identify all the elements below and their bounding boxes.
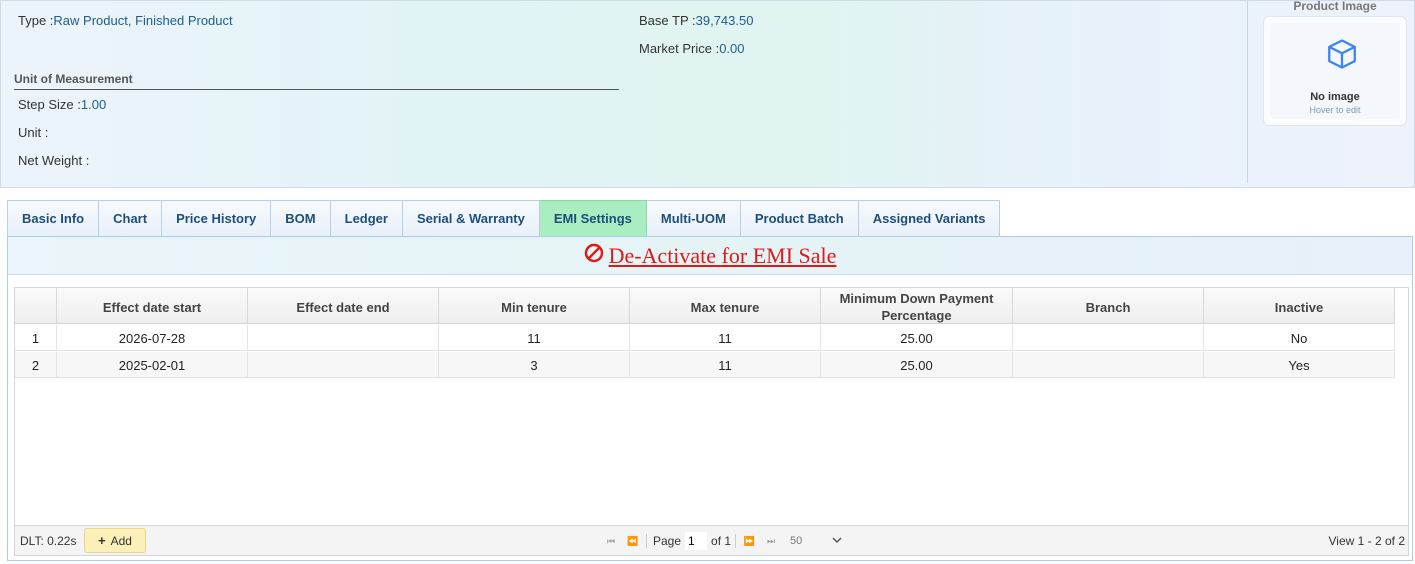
dlt-timing: DLT: 0.22s (20, 534, 77, 548)
base-tp-label: Base TP (639, 13, 689, 28)
next-page-icon[interactable]: ⏩ (738, 536, 760, 547)
market-price-field: Market Price :0.00 (639, 41, 745, 56)
last-page-icon[interactable]: ⏭ (760, 536, 782, 547)
unit-label: Unit (18, 125, 42, 140)
deactivate-emi-link[interactable]: De-Activate for EMI Sale (584, 242, 837, 269)
step-size-value: 1.00 (80, 97, 107, 112)
tab-assigned-variants[interactable]: Assigned Variants (858, 200, 1001, 237)
page-count: of 1 (711, 534, 732, 548)
net-weight-field: Net Weight : (18, 153, 90, 168)
product-image-title: Product Image (1293, 0, 1377, 13)
grid-header: Effect date start Effect date end Min tenu… (15, 288, 1395, 324)
table-cell: 25.00 (821, 352, 1013, 378)
first-page-icon[interactable]: ⏮ (600, 536, 622, 547)
cube-icon (1325, 37, 1359, 74)
emi-grid: Effect date start Effect date end Min tenu… (14, 287, 1409, 556)
column-header[interactable]: Minimum Down Payment Percentage (821, 288, 1013, 324)
table-cell (1013, 325, 1204, 351)
pager: ⏮ ⏪ Page of 1 ⏩ ⏭ 50 (600, 530, 842, 552)
add-button[interactable]: + Add (84, 528, 146, 553)
chevron-down-icon (832, 535, 842, 547)
table-cell: 11 (439, 325, 630, 351)
table-cell: 2026-07-28 (57, 325, 248, 351)
column-header[interactable]: Min tenure (439, 288, 630, 324)
emi-settings-panel: De-Activate for EMI Sale Effect date sta… (7, 236, 1413, 561)
page-label: Page (653, 534, 682, 548)
row-number-header[interactable] (15, 288, 57, 324)
view-range-info: View 1 - 2 of 2 (1328, 534, 1406, 548)
table-cell: 11 (630, 325, 821, 351)
tab-ledger[interactable]: Ledger (330, 200, 403, 237)
type-value: Raw Product, Finished Product (53, 13, 233, 28)
plus-icon: + (98, 533, 106, 548)
table-cell: No (1204, 325, 1395, 351)
table-cell (1013, 352, 1204, 378)
tab-bom[interactable]: BOM (271, 200, 331, 237)
column-header[interactable]: Effect date start (57, 288, 248, 324)
add-button-label: Add (110, 533, 132, 548)
tab-emi-settings[interactable]: EMI Settings (539, 200, 647, 237)
page-size-value: 50 (790, 535, 803, 547)
table-row[interactable]: 2 2025-02-01 3 11 25.00 Yes (15, 352, 1395, 378)
column-header[interactable]: Max tenure (630, 288, 821, 324)
tab-price-history[interactable]: Price History (162, 200, 272, 237)
table-row[interactable]: 1 2026-07-28 11 11 25.00 No (15, 325, 1395, 351)
tab-serial-warranty[interactable]: Serial & Warranty (402, 200, 540, 237)
table-cell: 2025-02-01 (57, 352, 248, 378)
pager-divider (646, 534, 647, 548)
page-size-select[interactable]: 50 (790, 531, 842, 551)
column-header[interactable]: Branch (1013, 288, 1204, 324)
prev-page-icon[interactable]: ⏪ (622, 536, 644, 547)
page-number-input[interactable] (685, 532, 708, 550)
row-number-cell: 1 (15, 325, 57, 351)
table-cell: 3 (439, 352, 630, 378)
base-tp-value: 39,743.50 (695, 13, 754, 28)
tab-chart[interactable]: Chart (99, 200, 163, 237)
hover-to-edit-hint: Hover to edit (1309, 105, 1361, 115)
grid-footer: DLT: 0.22s + Add ⏮ ⏪ Page of 1 ⏩ ⏭ 50 (15, 525, 1408, 555)
step-size-field: Step Size :1.00 (18, 97, 107, 112)
type-field: Type :Raw Product, Finished Product (18, 13, 233, 28)
image-divider (1247, 1, 1248, 183)
base-tp-field: Base TP :39,743.50 (639, 13, 754, 28)
row-number-cell: 2 (15, 352, 57, 378)
unit-field: Unit : (18, 125, 49, 140)
product-image-placeholder[interactable]: No image Hover to edit (1270, 23, 1400, 119)
column-header[interactable]: Inactive (1204, 288, 1395, 324)
emi-header: De-Activate for EMI Sale (8, 237, 1412, 275)
product-info-panel: Type :Raw Product, Finished Product Base… (0, 0, 1415, 188)
column-header[interactable]: Effect date end (248, 288, 439, 324)
type-label: Type (18, 13, 47, 28)
table-cell (248, 352, 439, 378)
product-tabs: Basic Info Chart Price History BOM Ledger Ser… (7, 200, 1001, 237)
tab-basic-info[interactable]: Basic Info (7, 200, 100, 237)
net-weight-label: Net Weight (18, 153, 83, 168)
step-size-label: Step Size (18, 97, 74, 112)
deactivate-emi-label: De-Activate for EMI Sale (608, 242, 837, 268)
table-cell: Yes (1204, 352, 1395, 378)
table-cell: 25.00 (821, 325, 1013, 351)
uom-section-title: Unit of Measurement (14, 72, 619, 90)
product-image-card[interactable]: No image Hover to edit (1263, 16, 1407, 126)
ban-icon (584, 243, 604, 269)
no-image-text: No image (1310, 91, 1360, 103)
tab-product-batch[interactable]: Product Batch (740, 200, 859, 237)
tab-multi-uom[interactable]: Multi-UOM (646, 200, 741, 237)
pager-divider (735, 534, 737, 548)
market-price-label: Market Price (639, 41, 712, 56)
table-cell (248, 325, 439, 351)
market-price-value: 0.00 (719, 41, 745, 56)
table-cell: 11 (630, 352, 821, 378)
